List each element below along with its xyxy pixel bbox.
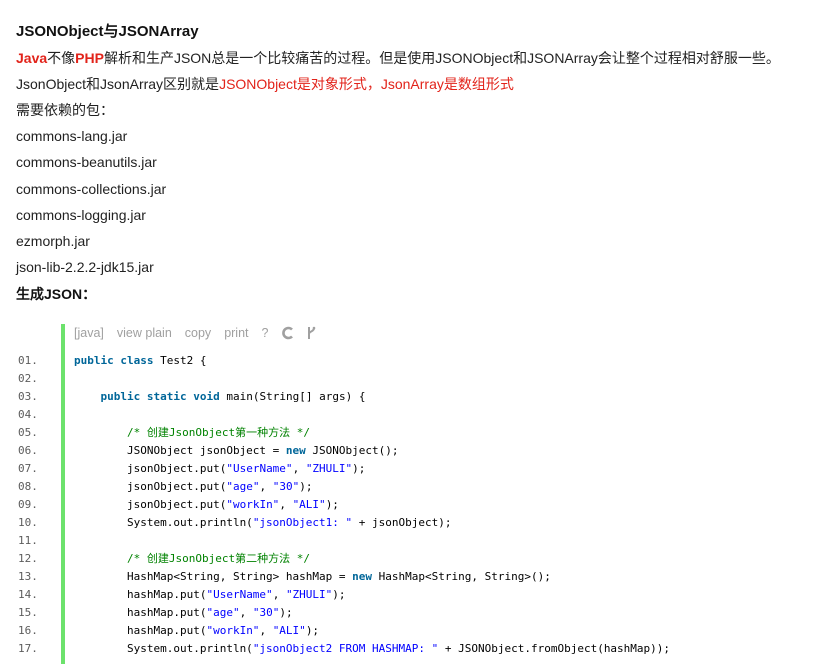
line-number: 11. <box>18 534 38 547</box>
code-line: 13. HashMap<String, String> hashMap = ne… <box>0 568 833 586</box>
line-number: 03. <box>18 390 38 403</box>
code-line: 15. hashMap.put("age", "30"); <box>0 604 833 622</box>
difference-highlight: JSONObject是对象形式，JsonArray是数组形式 <box>219 76 514 92</box>
code-text: jsonObject.put("UserName", "ZHULI"); <box>74 462 366 475</box>
code-block: [java] view plain copy print ? 01. public… <box>0 324 833 664</box>
code-lines: 01. public class Test2 { 02. 03. public s… <box>0 352 833 658</box>
code-line: 06. JSONObject jsonObject = new JSONObje… <box>0 442 833 460</box>
line-number: 15. <box>18 606 38 619</box>
code-line: 02. <box>0 370 833 388</box>
code-line: 01. public class Test2 { <box>0 352 833 370</box>
line-number: 04. <box>18 408 38 421</box>
line-number: 02. <box>18 372 38 385</box>
line-number: 07. <box>18 462 38 475</box>
view-plain-link[interactable]: view plain <box>117 326 172 340</box>
php-keyword: PHP <box>75 50 104 66</box>
code-text: /* 创建JsonObject第一种方法 */ <box>126 426 310 439</box>
print-link[interactable]: print <box>224 326 248 340</box>
article: JSONObject与JSONArray Java不像PHP解析和生产JSON总… <box>16 0 826 307</box>
java-keyword: Java <box>16 50 48 66</box>
code-text: hashMap.put("UserName", "ZHULI"); <box>74 588 346 601</box>
dependency-item: commons-logging.jar <box>16 206 146 223</box>
dependency-item: commons-lang.jar <box>16 128 128 144</box>
copy-link[interactable]: copy <box>185 326 211 340</box>
dependency-list: commons-lang.jar commons-beanutils.jar c… <box>16 123 826 281</box>
code-text: public class Test2 { <box>74 354 207 367</box>
code-toolbar: [java] view plain copy print ? <box>74 326 329 340</box>
code-text: System.out.println("jsonObject2 FROM HAS… <box>74 642 671 655</box>
code-text: jsonObject.put("age", "30"); <box>74 480 313 493</box>
code-line: 04. <box>0 406 833 424</box>
dependency-item: json-lib-2.2.2-jdk15.jar <box>16 259 154 276</box>
code-icon[interactable] <box>281 326 295 340</box>
line-number: 12. <box>18 552 38 565</box>
code-line: 05. /* 创建JsonObject第一种方法 */ <box>0 424 833 442</box>
code-line: 12. /* 创建JsonObject第二种方法 */ <box>0 550 833 568</box>
code-line: 08. jsonObject.put("age", "30"); <box>0 478 833 496</box>
code-line: 17. System.out.println("jsonObject2 FROM… <box>0 640 833 658</box>
difference-paragraph: JsonObject和JsonArray区别就是JSONObject是对象形式，… <box>16 71 826 97</box>
code-line: 07. jsonObject.put("UserName", "ZHULI"); <box>0 460 833 478</box>
code-line: 16. hashMap.put("workIn", "ALI"); <box>0 622 833 640</box>
line-number: 08. <box>18 480 38 493</box>
dependency-item: ezmorph.jar <box>16 233 90 250</box>
code-text: public static void main(String[] args) { <box>100 390 366 403</box>
intro-text-1: 不像 <box>47 50 76 66</box>
line-number: 16. <box>18 624 38 637</box>
code-line: 10. System.out.println("jsonObject1: " +… <box>0 514 833 532</box>
code-text: System.out.println("jsonObject1: " + jso… <box>74 516 452 529</box>
code-text: hashMap.put("workIn", "ALI"); <box>74 624 320 637</box>
code-text: HashMap<String, String> hashMap = new Ha… <box>74 570 551 583</box>
dependencies-heading: 需要依赖的包： <box>16 102 114 118</box>
code-line: 14. hashMap.put("UserName", "ZHULI"); <box>0 586 833 604</box>
line-number: 13. <box>18 570 38 583</box>
code-text: hashMap.put("age", "30"); <box>74 606 293 619</box>
fork-icon[interactable] <box>305 326 319 340</box>
line-number: 17. <box>18 642 38 655</box>
code-text: JSONObject jsonObject = new JSONObject()… <box>74 444 399 457</box>
line-number: 14. <box>18 588 38 601</box>
help-link[interactable]: ? <box>262 326 269 340</box>
dependency-item: commons-beanutils.jar <box>16 154 157 171</box>
line-number: 01. <box>18 354 38 367</box>
intro-paragraph: Java不像PHP解析和生产JSON总是一个比较痛苦的过程。但是使用JSONOb… <box>16 45 826 71</box>
code-text: jsonObject.put("workIn", "ALI"); <box>74 498 339 511</box>
line-number: 09. <box>18 498 38 511</box>
dependency-item: commons-collections.jar <box>16 180 167 197</box>
code-line: 03. public static void main(String[] arg… <box>0 388 833 406</box>
intro-text-2: 解析和生产JSON总是一个比较痛苦的过程。但是使用JSONObject和JSON… <box>103 50 780 66</box>
difference-text: JsonObject和JsonArray区别就是 <box>16 76 220 92</box>
code-line: 11. <box>0 532 833 550</box>
article-title: JSONObject与JSONArray <box>16 23 199 40</box>
line-number: 06. <box>18 444 38 457</box>
language-label: [java] <box>74 326 104 340</box>
code-line: 09. jsonObject.put("workIn", "ALI"); <box>0 496 833 514</box>
code-text: /* 创建JsonObject第二种方法 */ <box>126 552 310 565</box>
line-number: 05. <box>18 426 38 439</box>
section-heading: 生成JSON： <box>16 285 97 302</box>
line-number: 10. <box>18 516 38 529</box>
